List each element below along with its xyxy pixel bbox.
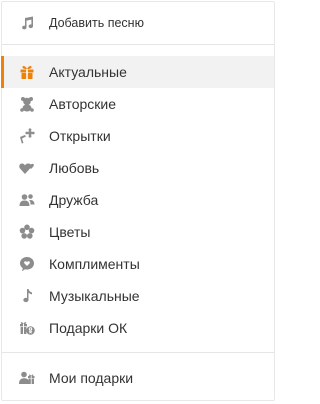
gifts-menu-panel: Добавить песню Актуальные Авторские Откр… (1, 1, 275, 401)
friends-icon (19, 192, 35, 208)
category-label: Подарки ОК (49, 320, 128, 336)
add-song-button[interactable]: Добавить песню (2, 7, 274, 39)
ok-gifts-icon (19, 320, 35, 336)
divider-top (2, 44, 274, 45)
music-note-icon (19, 288, 35, 304)
category-item-musical[interactable]: Музыкальные (2, 280, 274, 312)
category-label: Авторские (49, 96, 117, 112)
my-gifts-button[interactable]: Мои подарки (2, 362, 274, 394)
category-label: Дружба (49, 192, 99, 208)
category-item-friendship[interactable]: Дружба (2, 184, 274, 216)
my-gifts-label: Мои подарки (49, 370, 134, 386)
compliment-bubble-icon (19, 256, 35, 272)
category-item-author[interactable]: Авторские (2, 88, 274, 120)
category-label: Открытки (49, 128, 111, 144)
add-song-label: Добавить песню (49, 16, 144, 30)
category-label: Актуальные (49, 64, 127, 80)
category-item-ok-gifts[interactable]: Подарки ОК (2, 312, 274, 344)
category-item-love[interactable]: Любовь (2, 152, 274, 184)
category-label: Музыкальные (49, 288, 140, 304)
category-label: Цветы (49, 224, 91, 240)
hearts-icon (19, 160, 35, 176)
divider-bottom (2, 352, 274, 353)
my-gifts-icon (19, 370, 35, 386)
postcard-icon (19, 128, 35, 144)
category-item-postcards[interactable]: Открытки (2, 120, 274, 152)
category-item-actual[interactable]: Актуальные (1, 56, 274, 88)
music-note-icon (19, 15, 35, 31)
gift-icon (19, 64, 35, 80)
category-item-flowers[interactable]: Цветы (2, 216, 274, 248)
flower-icon (19, 224, 35, 240)
category-label: Любовь (49, 160, 100, 176)
teddy-bear-icon (19, 96, 35, 112)
category-label: Комплименты (49, 256, 140, 272)
category-item-compliments[interactable]: Комплименты (2, 248, 274, 280)
